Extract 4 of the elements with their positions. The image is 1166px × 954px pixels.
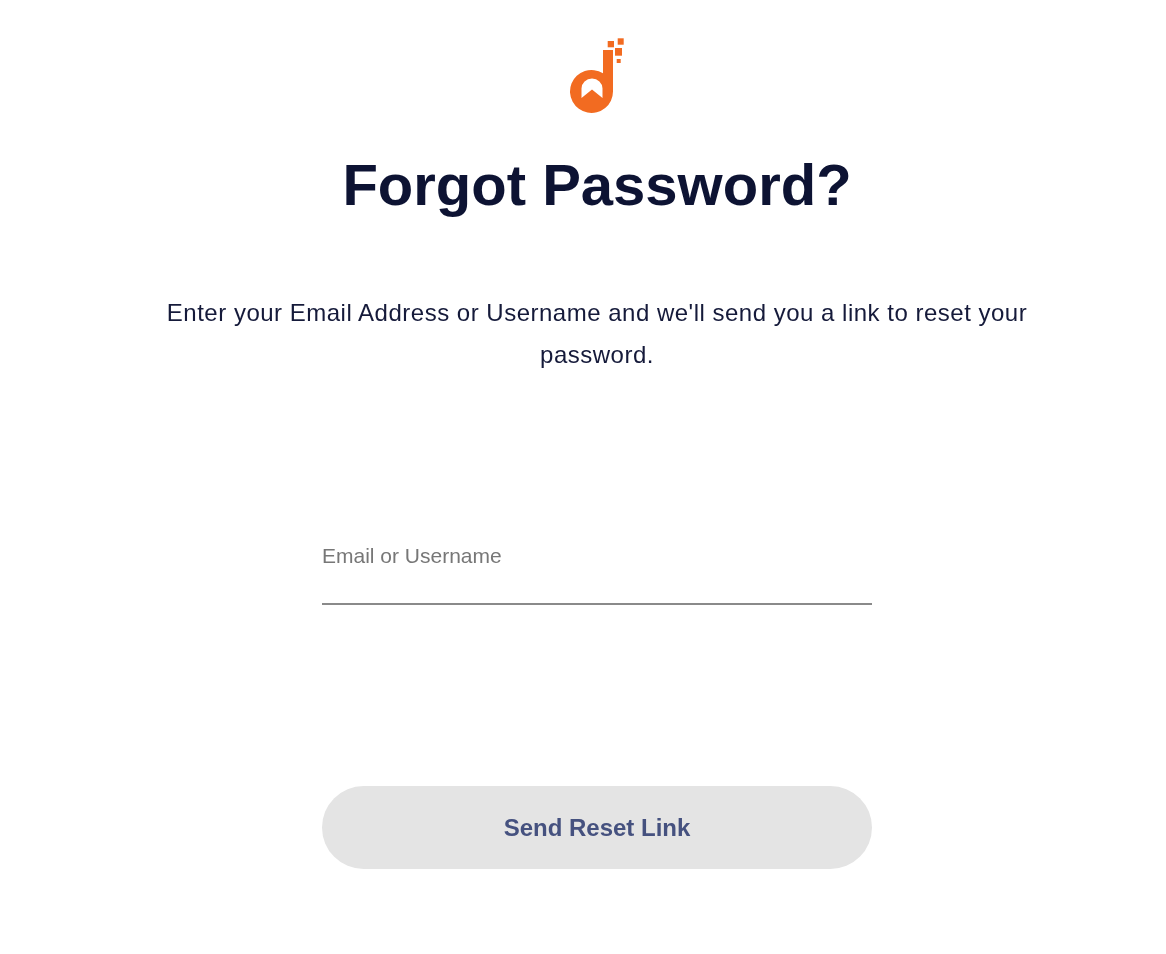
logo-icon: [568, 36, 626, 114]
instructions-text: Enter your Email Address or Username and we'll send you a link to reset your password.: [165, 298, 1029, 370]
page-title: Forgot Password?: [342, 151, 852, 218]
email-input-field[interactable]: Email or Username: [322, 535, 872, 605]
